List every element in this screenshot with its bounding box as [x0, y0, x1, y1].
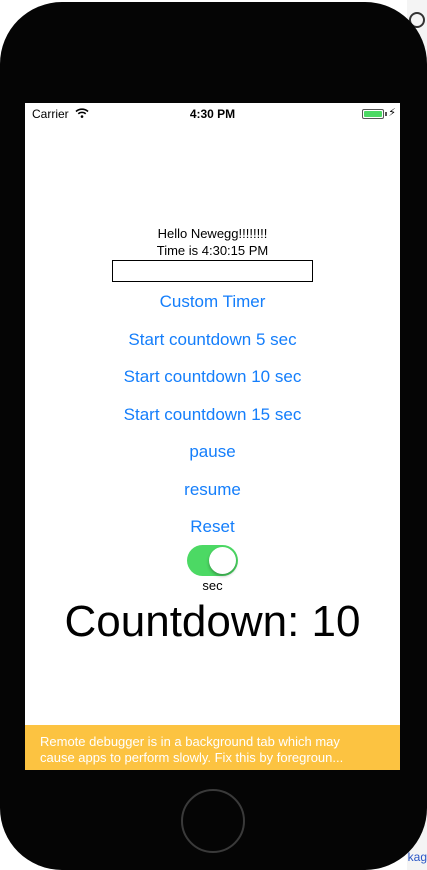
home-button[interactable]: [181, 789, 245, 853]
bolt-icon: ⚡: [388, 107, 396, 119]
battery-tip: [385, 112, 387, 116]
greeting-label: Hello Newegg!!!!!!!!: [157, 226, 268, 241]
timer-input[interactable]: [112, 260, 313, 282]
custom-timer-button[interactable]: Custom Timer: [25, 292, 400, 312]
seconds-toggle[interactable]: [187, 545, 238, 576]
start-15-sec-button[interactable]: Start countdown 15 sec: [25, 405, 400, 425]
status-time: 4:30 PM: [189, 107, 236, 121]
desktop-fragment-text: kag: [407, 850, 427, 864]
banner-line-2: cause apps to perform slowly. Fix this b…: [40, 750, 344, 765]
toggle-label: sec: [202, 578, 223, 593]
battery-icon: [362, 109, 384, 119]
start-10-sec-button[interactable]: Start countdown 10 sec: [25, 367, 400, 387]
device-frame: Carrier 4:30 PM ⚡ Hello Newegg!!!!!!!! T…: [0, 2, 427, 870]
app-screen: Carrier 4:30 PM ⚡ Hello Newegg!!!!!!!! T…: [25, 103, 400, 770]
reset-button[interactable]: Reset: [25, 517, 400, 537]
resume-button[interactable]: resume: [25, 480, 400, 500]
banner-line-1: Remote debugger is in a background tab w…: [40, 734, 340, 749]
remote-debugger-banner[interactable]: Remote debugger is in a background tab w…: [25, 725, 400, 770]
status-bar: Carrier 4:30 PM ⚡: [25, 103, 400, 123]
start-5-sec-button[interactable]: Start countdown 5 sec: [25, 330, 400, 350]
time-label: Time is 4:30:15 PM: [156, 243, 269, 258]
pause-button[interactable]: pause: [25, 442, 400, 462]
countdown-label: Countdown: 10: [64, 597, 361, 646]
toggle-knob: [209, 547, 236, 574]
